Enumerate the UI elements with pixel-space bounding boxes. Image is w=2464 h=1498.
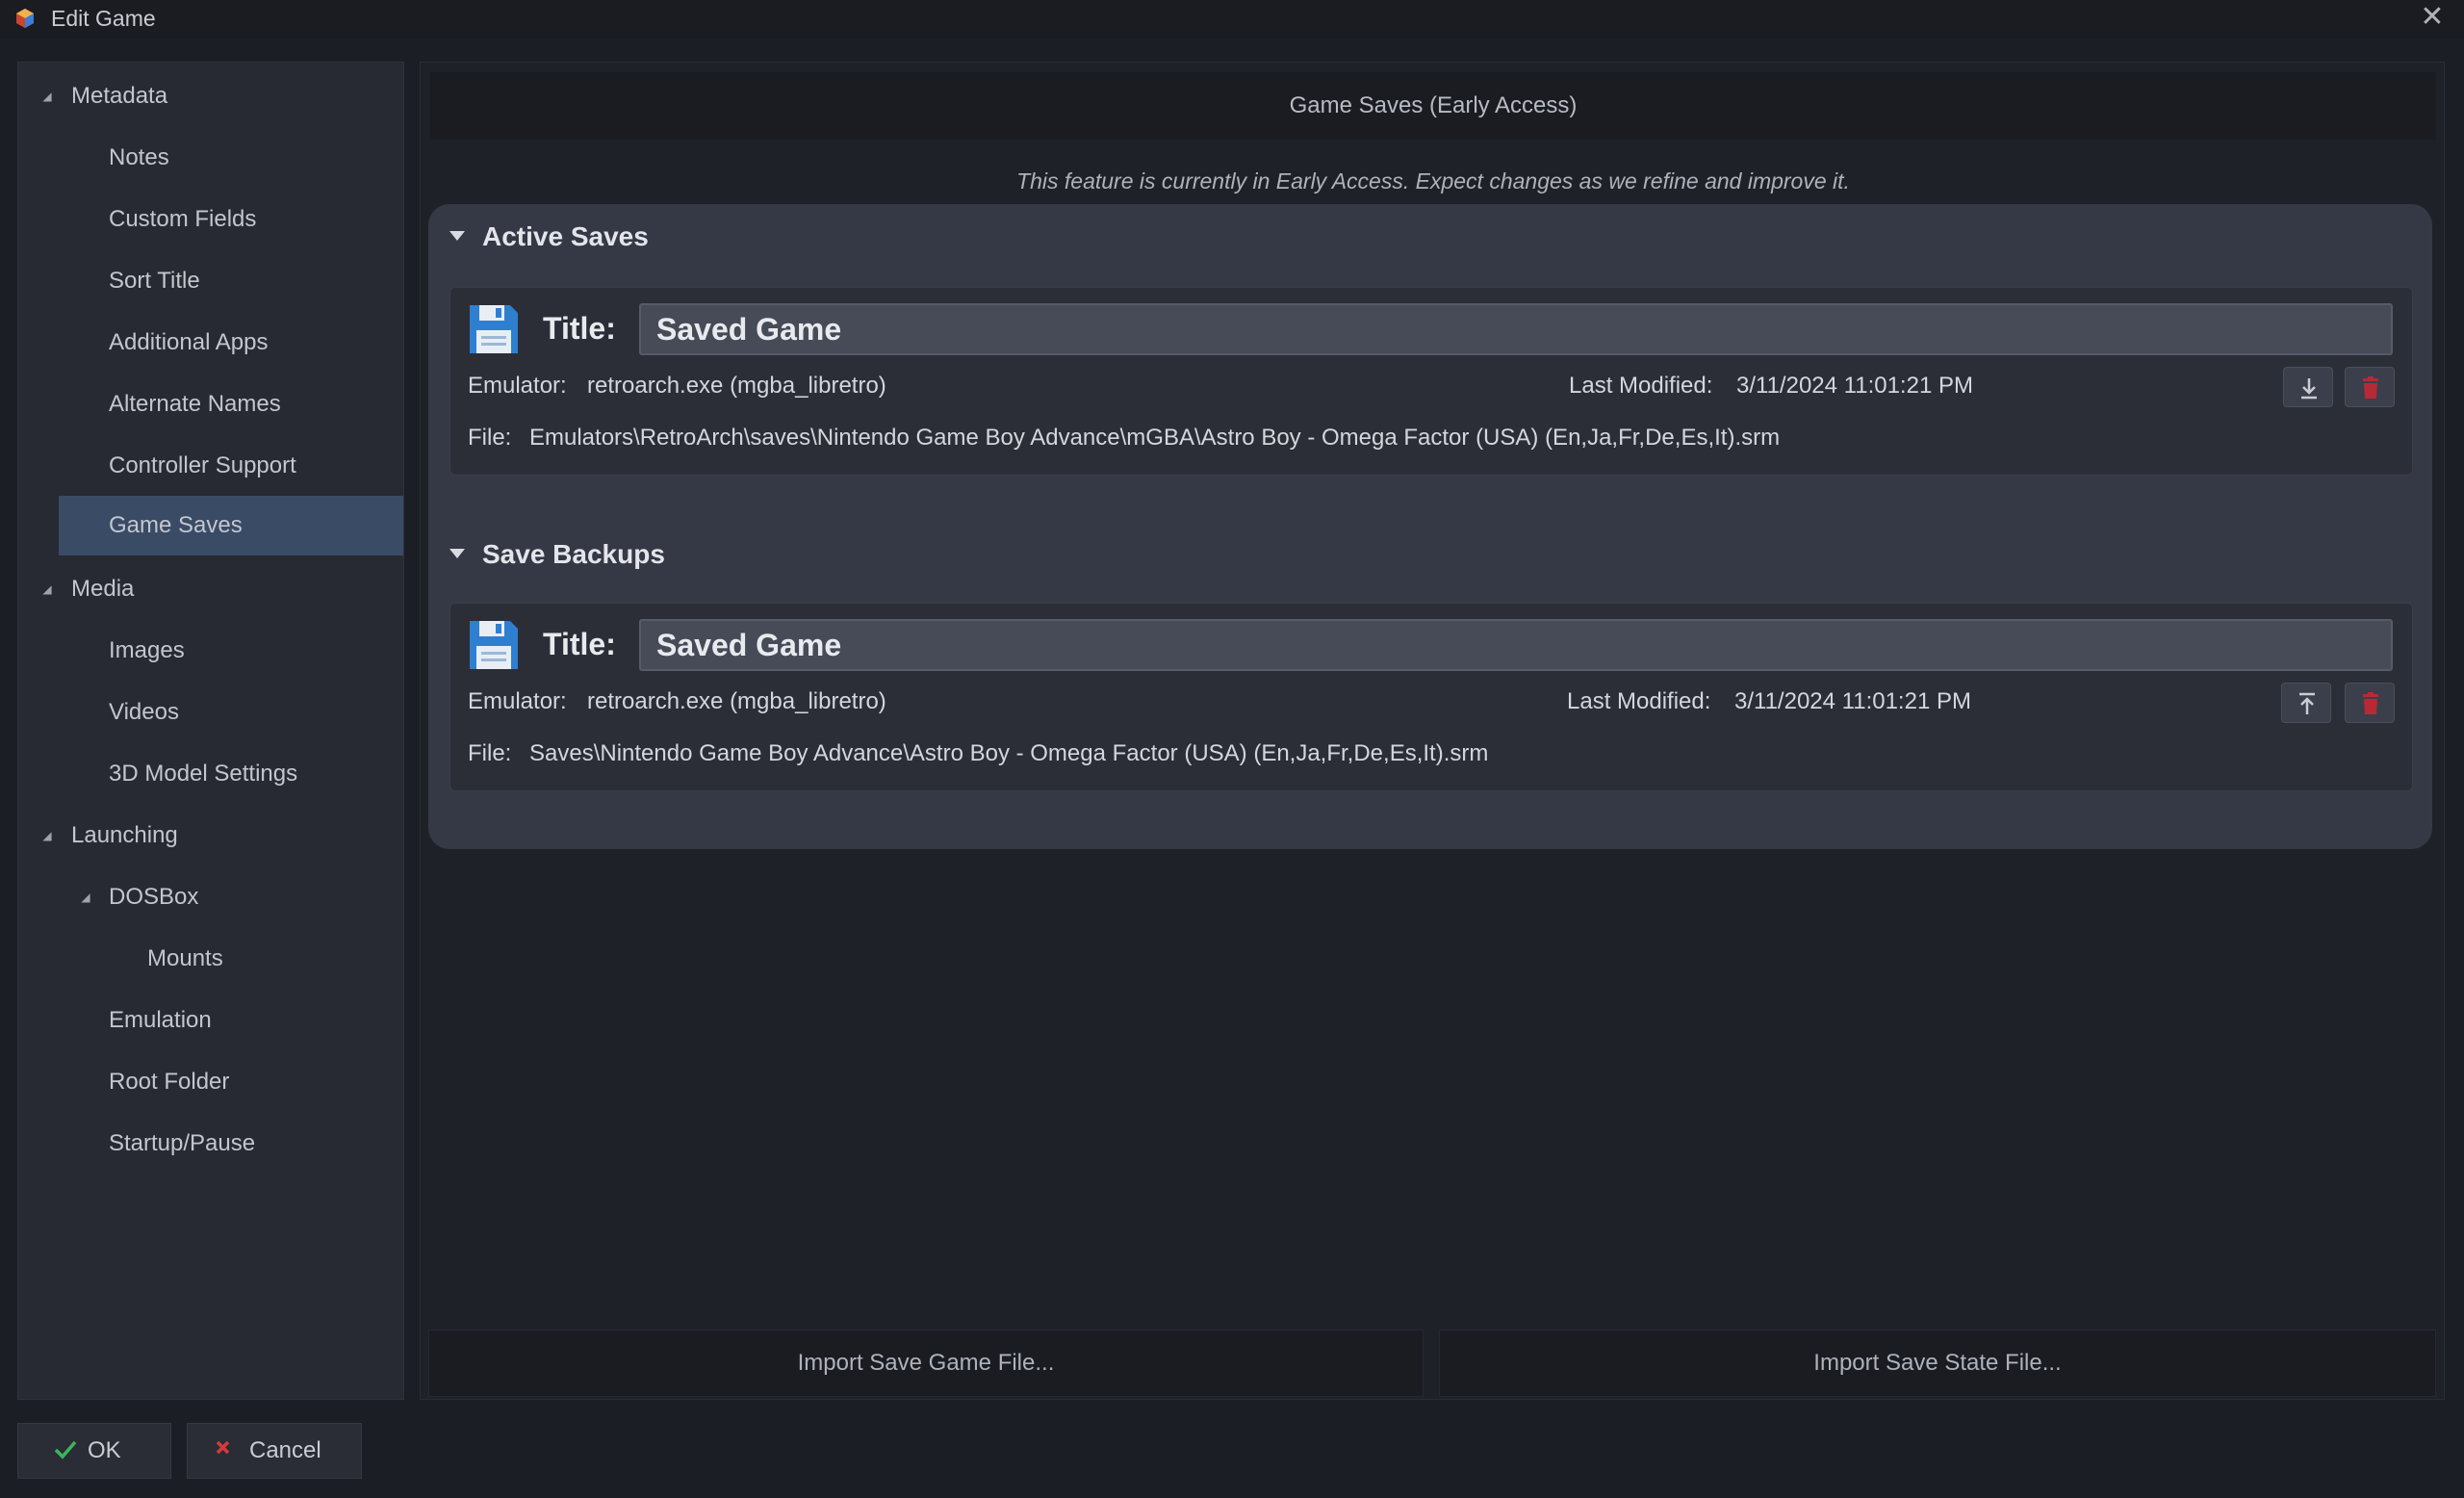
restore-upload-icon: [2299, 692, 2315, 714]
save-backups-toggle[interactable]: Save Backups: [449, 539, 665, 570]
active-save-card: Title: Saved Game Emulator: retroarch.ex…: [449, 287, 2413, 476]
sidebar-item-3d-model-settings[interactable]: 3D Model Settings: [18, 744, 403, 804]
checkmark-icon: [54, 1440, 77, 1459]
sidebar-item-startup-pause[interactable]: Startup/Pause: [18, 1114, 403, 1174]
download-button[interactable]: [2283, 367, 2333, 407]
sidebar-item-game-saves[interactable]: Game Saves: [59, 496, 403, 555]
last-modified-label: Last Modified:: [1569, 373, 1713, 399]
expanded-arrow-icon: ◢: [42, 829, 52, 842]
floppy-disk-icon: [470, 305, 518, 353]
delete-button[interactable]: [2345, 367, 2395, 407]
sidebar-item-sort-title[interactable]: Sort Title: [18, 251, 403, 311]
sidebar-item-emulation[interactable]: Emulation: [18, 991, 403, 1050]
collapse-arrow-icon: [449, 548, 465, 558]
sidebar-item-metadata[interactable]: ◢ Metadata: [18, 66, 403, 126]
close-button[interactable]: ✕: [2418, 1, 2447, 33]
emulator-label: Emulator:: [468, 373, 567, 399]
collapse-arrow-icon: [449, 230, 465, 241]
sidebar-item-launching[interactable]: ◢ Launching: [18, 806, 403, 865]
ok-button[interactable]: OK: [17, 1423, 171, 1479]
sidebar-item-videos[interactable]: Videos: [18, 683, 403, 742]
trash-icon: [2363, 692, 2378, 714]
last-modified-value: 3/11/2024 11:01:21 PM: [1734, 688, 1971, 714]
page-title: Game Saves (Early Access): [430, 72, 2436, 140]
sidebar-item-images[interactable]: Images: [18, 621, 403, 681]
emulator-value: retroarch.exe (mgba_libretro): [587, 688, 886, 714]
title-label: Title:: [543, 627, 616, 661]
emulator-label: Emulator:: [468, 688, 567, 714]
saves-group: Active Saves Title: Saved Game Emulator:…: [428, 204, 2432, 849]
file-label: File:: [468, 425, 512, 451]
sidebar-item-additional-apps[interactable]: Additional Apps: [18, 313, 403, 373]
game-saves-panel: Game Saves (Early Access) This feature i…: [420, 62, 2445, 1400]
download-icon: [2301, 378, 2317, 400]
edit-game-window: Edit Game ✕ ◢ Metadata Notes Custom Fiel…: [0, 0, 2464, 1498]
early-access-note: This feature is currently in Early Acces…: [1016, 168, 1850, 194]
sidebar-item-dosbox[interactable]: ◢ DOSBox: [18, 867, 403, 927]
sidebar-item-notes[interactable]: Notes: [18, 128, 403, 188]
emulator-value: retroarch.exe (mgba_libretro): [587, 373, 886, 399]
sidebar-item-alternate-names[interactable]: Alternate Names: [18, 374, 403, 434]
cancel-x-icon: [216, 1440, 230, 1455]
sidebar-nav: ◢ Metadata Notes Custom Fields Sort Titl…: [17, 62, 404, 1400]
file-path-value: Emulators\RetroArch\saves\Nintendo Game …: [529, 425, 1781, 451]
expanded-arrow-icon: ◢: [42, 582, 52, 596]
expanded-arrow-icon: ◢: [81, 891, 90, 904]
active-saves-toggle[interactable]: Active Saves: [449, 221, 649, 252]
backup-save-card: Title: Saved Game Emulator: retroarch.ex…: [449, 603, 2413, 791]
save-title-input[interactable]: Saved Game: [639, 303, 2393, 355]
restore-button[interactable]: [2281, 683, 2331, 723]
sidebar-item-custom-fields[interactable]: Custom Fields: [18, 190, 403, 249]
sidebar-item-root-folder[interactable]: Root Folder: [18, 1052, 403, 1112]
sidebar-item-controller-support[interactable]: Controller Support: [18, 436, 403, 496]
import-save-state-button[interactable]: Import Save State File...: [1439, 1330, 2436, 1397]
delete-button[interactable]: [2345, 683, 2395, 723]
file-path-value: Saves\Nintendo Game Boy Advance\Astro Bo…: [529, 740, 1489, 766]
title-bar: Edit Game ✕: [0, 0, 2464, 39]
close-icon: ✕: [2420, 1, 2445, 33]
floppy-disk-icon: [470, 621, 518, 669]
last-modified-label: Last Modified:: [1567, 688, 1711, 714]
trash-icon: [2363, 376, 2378, 399]
launchbox-app-icon: [16, 9, 34, 28]
import-save-game-button[interactable]: Import Save Game File...: [428, 1330, 1424, 1397]
last-modified-value: 3/11/2024 11:01:21 PM: [1736, 373, 1973, 399]
expanded-arrow-icon: ◢: [42, 90, 52, 103]
title-label: Title:: [543, 311, 616, 346]
cancel-button[interactable]: Cancel: [187, 1423, 362, 1479]
window-title: Edit Game: [51, 6, 156, 31]
save-title-input[interactable]: Saved Game: [639, 619, 2393, 671]
sidebar-item-mounts[interactable]: Mounts: [18, 929, 403, 989]
file-label: File:: [468, 740, 512, 766]
sidebar-item-media[interactable]: ◢ Media: [18, 559, 403, 619]
